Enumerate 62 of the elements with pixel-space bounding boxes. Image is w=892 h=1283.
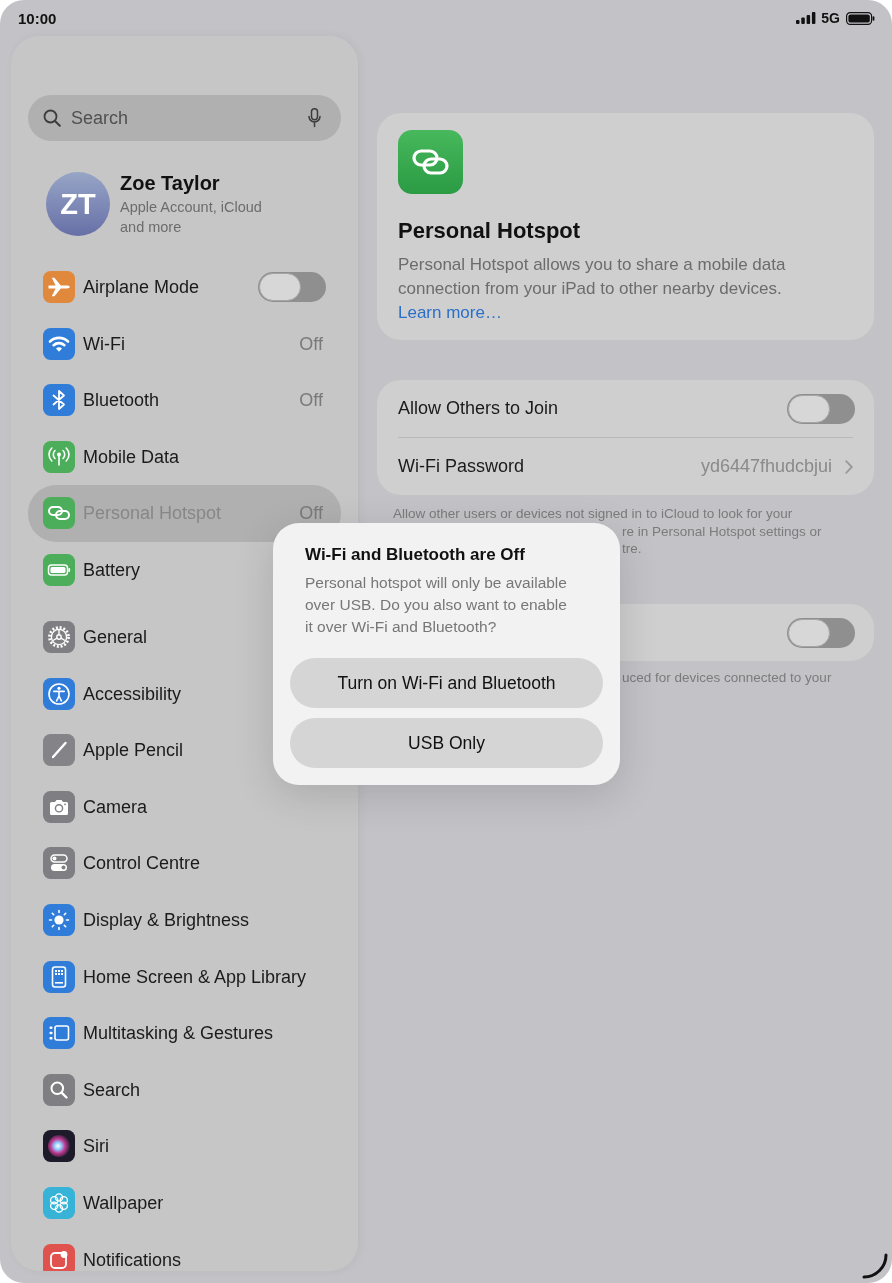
bluetooth-icon — [43, 384, 75, 417]
chevron-icon[interactable] — [845, 459, 853, 474]
avatar-initials: ZT — [46, 172, 110, 236]
search-icon — [43, 109, 61, 127]
toggle-switch[interactable] — [258, 272, 326, 302]
sidebar-item[interactable]: Camera — [28, 778, 341, 835]
sidebar-item[interactable]: Search — [28, 1061, 341, 1118]
sidebar-item[interactable]: Control Centre — [28, 835, 341, 892]
microphone-icon[interactable] — [308, 108, 321, 128]
wifi-icon — [43, 327, 75, 360]
setting-label: Wi-Fi Password — [398, 456, 525, 477]
profile-name[interactable]: Zoe Taylor — [120, 171, 285, 195]
camera-icon — [43, 790, 75, 823]
footnote-text: tre. — [622, 541, 642, 556]
pencil-icon — [43, 734, 75, 767]
sun-icon — [43, 903, 75, 936]
footnote-text: uced for devices connected to your — [622, 670, 832, 685]
footnote-text: Allow other users or devices not signed in to iCloud to look for your — [393, 505, 794, 523]
sidebar-item[interactable]: Notifications — [28, 1232, 341, 1271]
sidebar-item[interactable]: Home Screen & App Library — [28, 948, 341, 1005]
app-grid-icon — [43, 960, 75, 993]
sidebar-item[interactable]: Airplane Mode — [28, 258, 341, 316]
alert-title: Wi-Fi and Bluetooth are Off — [304, 544, 526, 566]
info-description: Personal Hotspot allows you to share a mobile data connection from your iPad to other nearby devices. — [398, 254, 787, 300]
corner-arc-icon — [862, 1253, 888, 1279]
profile-subtitle: Apple Account, iCloud and more — [120, 198, 263, 237]
battery-icon — [846, 11, 875, 25]
sidebar-item[interactable]: Siri — [28, 1118, 341, 1175]
info-title: Personal Hotspot — [398, 217, 582, 245]
airplane-icon — [43, 271, 75, 303]
status-time: 10:00 — [18, 9, 57, 27]
network-label: 5G — [821, 10, 840, 26]
chain-link-icon — [398, 130, 463, 194]
sidebar-window-icon — [43, 1017, 75, 1050]
toggle-switch[interactable] — [787, 393, 855, 424]
flower-icon — [43, 1186, 75, 1219]
gear-icon — [43, 620, 75, 653]
search-field[interactable]: Search — [28, 95, 341, 141]
dialog-button[interactable]: USB Only — [290, 718, 603, 768]
siri-orb-icon — [43, 1130, 75, 1163]
sidebar-item[interactable]: Display & Brightness — [28, 891, 341, 949]
status-value: Off — [299, 390, 323, 411]
toggles-icon — [43, 847, 75, 880]
sidebar-item[interactable]: Multitasking & Gestures — [28, 1004, 341, 1062]
sidebar-item[interactable]: Wi-Fi Off — [28, 315, 341, 372]
notification-icon — [43, 1244, 75, 1271]
antenna-icon — [43, 440, 75, 473]
search-icon — [43, 1073, 75, 1106]
footnote-text: re in Personal Hotspot settings or — [622, 523, 822, 539]
toggle-switch[interactable] — [787, 617, 855, 648]
sidebar-item[interactable]: Mobile Data — [28, 428, 341, 486]
setting-label: Allow Others to Join — [398, 398, 560, 419]
chain-link-icon — [43, 497, 75, 530]
accessibility-icon — [43, 677, 75, 710]
signal-icon — [796, 12, 817, 24]
password-value: yd6447fhudcbjui — [700, 456, 832, 477]
alert-message: Personal hotspot will only be available over USB. Do you also want to enable it over Wi-Fi and Bluetooth? — [304, 573, 568, 637]
status-value: Off — [299, 333, 323, 354]
dialog-button[interactable]: Turn on Wi-Fi and Bluetooth — [290, 658, 603, 708]
battery-icon — [43, 553, 75, 586]
sidebar-item[interactable]: Bluetooth Off — [28, 371, 341, 429]
sidebar-item[interactable]: Wallpaper — [28, 1174, 341, 1232]
